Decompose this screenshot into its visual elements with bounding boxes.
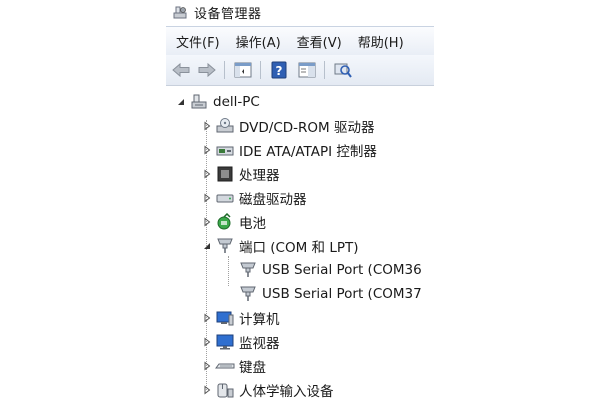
- toolbar-separator: [260, 61, 261, 79]
- toolbar-separator: [224, 61, 225, 79]
- menu-help[interactable]: 帮助(H): [352, 32, 410, 51]
- tree-item-label: 人体学输入设备: [239, 384, 334, 400]
- window-title: 设备管理器: [194, 6, 262, 22]
- collapse-arrow-icon[interactable]: [176, 97, 186, 107]
- tree-item-hid[interactable]: 人体学输入设备: [202, 379, 334, 400]
- computer-name: dell-PC: [213, 94, 260, 110]
- tree-item-battery[interactable]: 电池: [202, 211, 266, 233]
- tree-item-monitor[interactable]: 监视器: [202, 331, 280, 353]
- tree-item-port-com37[interactable]: USB Serial Port (COM37: [238, 283, 422, 305]
- battery-icon: [217, 213, 231, 230]
- toolbar-separator: [324, 61, 325, 79]
- scan-hardware-icon[interactable]: [332, 60, 354, 80]
- monitor-icon: [216, 334, 234, 350]
- tree-item-ports[interactable]: 端口 (COM 和 LPT): [202, 235, 359, 257]
- expand-arrow-icon[interactable]: [202, 313, 212, 323]
- processor-icon: [217, 166, 233, 182]
- expand-arrow-icon[interactable]: [202, 145, 212, 155]
- tree-item-label: 电池: [239, 216, 266, 232]
- collapse-arrow-icon[interactable]: [202, 241, 212, 251]
- tree-item-processor[interactable]: 处理器: [202, 163, 280, 185]
- title-bar: 设备管理器: [166, 0, 434, 24]
- menu-action[interactable]: 操作(A): [230, 32, 287, 51]
- device-tree: dell-PC DVD/CD-ROM 驱动器 IDE ATA/ATAPI 控制器: [166, 86, 434, 400]
- expand-arrow-icon[interactable]: [202, 217, 212, 227]
- back-arrow-icon[interactable]: [170, 60, 192, 80]
- expand-arrow-icon[interactable]: [202, 169, 212, 179]
- expand-arrow-icon[interactable]: [202, 193, 212, 203]
- tree-item-dvd[interactable]: DVD/CD-ROM 驱动器: [202, 115, 374, 137]
- expand-arrow-icon[interactable]: [202, 385, 212, 395]
- tree-root[interactable]: dell-PC: [176, 91, 260, 113]
- disk-drive-icon: [216, 194, 234, 203]
- tree-item-label: USB Serial Port (COM37: [262, 286, 422, 302]
- expand-arrow-icon[interactable]: [202, 361, 212, 371]
- menu-view[interactable]: 查看(V): [291, 32, 348, 51]
- tree-item-port-com36[interactable]: USB Serial Port (COM36: [238, 259, 422, 281]
- help-icon[interactable]: ?: [268, 60, 290, 80]
- tree-item-label: 键盘: [239, 360, 266, 376]
- tree-item-label: IDE ATA/ATAPI 控制器: [239, 144, 377, 160]
- menu-file[interactable]: 文件(F): [170, 32, 226, 51]
- tree-guide-line: [228, 256, 229, 286]
- tree-item-label: 处理器: [239, 168, 280, 184]
- ide-controller-icon: [216, 146, 234, 156]
- computer-icon: [216, 311, 234, 326]
- forward-arrow-icon[interactable]: [196, 60, 218, 80]
- device-manager-window: 设备管理器 文件(F) 操作(A) 查看(V) 帮助(H) ? dell-PC …: [166, 0, 434, 400]
- svg-text:?: ?: [276, 64, 283, 78]
- properties-icon[interactable]: [296, 60, 318, 80]
- tree-item-ide[interactable]: IDE ATA/ATAPI 控制器: [202, 139, 377, 161]
- tree-item-label: 端口 (COM 和 LPT): [239, 240, 359, 256]
- tree-item-label: 计算机: [239, 312, 280, 328]
- tree-item-label: DVD/CD-ROM 驱动器: [239, 120, 375, 136]
- tree-item-computer[interactable]: 计算机: [202, 307, 280, 329]
- device-manager-icon: [173, 6, 187, 19]
- port-icon: [217, 238, 233, 253]
- tree-item-label: 监视器: [239, 336, 280, 352]
- expand-arrow-icon[interactable]: [202, 337, 212, 347]
- show-hide-tree-icon[interactable]: [232, 60, 254, 80]
- tree-item-label: 磁盘驱动器: [239, 192, 307, 208]
- hid-icon: [217, 383, 234, 398]
- menu-bar: 文件(F) 操作(A) 查看(V) 帮助(H): [166, 26, 434, 56]
- toolbar: ?: [166, 55, 434, 86]
- computer-icon: [191, 94, 207, 109]
- tree-item-label: USB Serial Port (COM36: [262, 262, 422, 278]
- keyboard-icon: [215, 363, 235, 369]
- tree-item-disk[interactable]: 磁盘驱动器: [202, 187, 307, 209]
- port-icon: [240, 262, 256, 277]
- port-icon: [240, 286, 256, 301]
- tree-item-keyboard[interactable]: 键盘: [202, 355, 266, 377]
- expand-arrow-icon[interactable]: [202, 121, 212, 131]
- dvd-drive-icon: [216, 118, 234, 133]
